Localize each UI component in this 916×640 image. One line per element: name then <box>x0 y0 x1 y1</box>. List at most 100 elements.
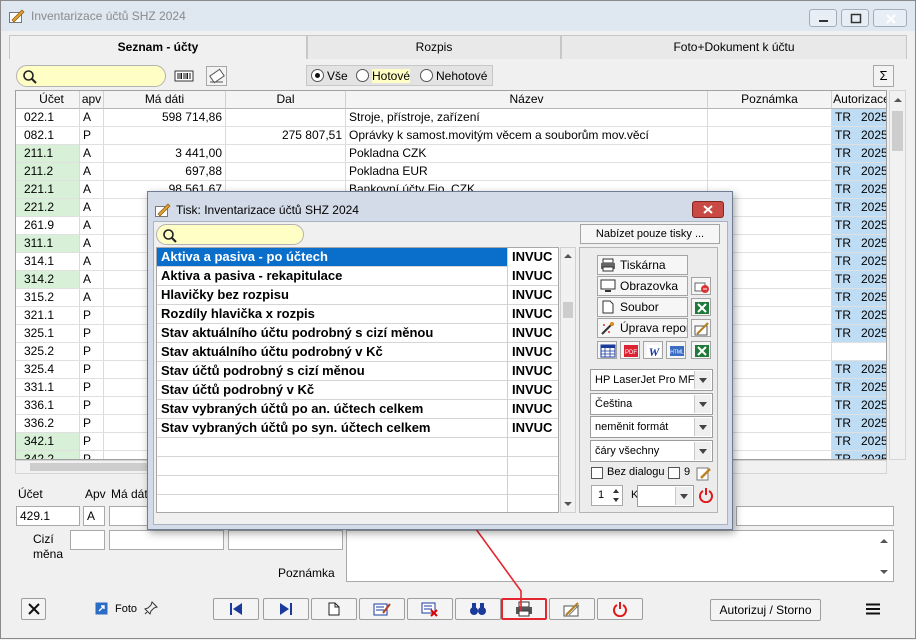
report-row[interactable]: Aktiva a pasiva - po účtech INVUC <box>157 248 558 267</box>
html-export-button[interactable]: HTML <box>666 341 686 359</box>
report-row[interactable]: Aktiva a pasiva - rekapitulace INVUC <box>157 267 558 286</box>
printer-output-button[interactable]: Tiskárna <box>597 255 688 275</box>
report-row[interactable]: Stav aktuálního účtu podrobný s cizí měn… <box>157 324 558 343</box>
table-row[interactable]: 211.1 A 3 441,00 Pokladna CZK TR 2025 <box>16 145 887 163</box>
column-header[interactable]: Má dáti <box>104 91 226 109</box>
report-row[interactable]: Hlavičky bez rozpisu INVUC <box>157 286 558 305</box>
column-header[interactable]: Dal <box>226 91 346 109</box>
tab-foto-dokument[interactable]: Foto+Dokument k účtu <box>561 35 907 59</box>
menu-button[interactable] <box>865 603 881 615</box>
report-row[interactable] <box>157 438 558 457</box>
report-row[interactable]: Stav aktuálního účtu podrobný v Kč INVUC <box>157 343 558 362</box>
exit-button[interactable] <box>597 598 643 620</box>
status-filter: Vše Hotové Nehotové <box>306 65 493 86</box>
table-row[interactable]: 022.1 A 598 714,86 Stroje, přístroje, zaříz… <box>16 109 887 127</box>
edit-record-button[interactable] <box>359 598 405 620</box>
report-list-scrollbar[interactable] <box>560 247 576 513</box>
authorization-year: 2025 <box>861 290 887 304</box>
filter-done-radio[interactable]: Hotové <box>356 69 414 83</box>
report-search-input[interactable] <box>156 224 304 245</box>
authorization-year: 2025 <box>861 110 887 124</box>
scroll-thumb[interactable] <box>892 111 903 151</box>
radio-dot <box>311 69 324 82</box>
column-header[interactable]: apv <box>80 91 104 109</box>
settings-button[interactable] <box>696 465 712 481</box>
filter-all-radio[interactable]: Vše <box>311 69 355 83</box>
last-record-button[interactable] <box>263 598 309 620</box>
clear-filter-button[interactable] <box>206 66 227 86</box>
pin-button[interactable] <box>144 601 158 615</box>
report-row[interactable]: Stav účtů podrobný s cizí měnou INVUC <box>157 362 558 381</box>
filter-undone-radio[interactable]: Nehotové <box>420 69 492 83</box>
barcode-button[interactable] <box>173 67 195 85</box>
column-header[interactable]: Účet <box>16 91 80 109</box>
language-select[interactable]: Čeština <box>590 393 713 415</box>
edit-report-button[interactable]: Úprava report <box>597 318 688 338</box>
format-select[interactable]: neměnit formát <box>590 416 713 438</box>
authorize-button[interactable]: Autorizuj / Storno <box>710 599 821 621</box>
column-header[interactable]: Autorizace <box>832 91 886 109</box>
k-select[interactable] <box>637 485 694 507</box>
print-button[interactable] <box>501 598 547 620</box>
currency-field[interactable] <box>70 530 105 550</box>
excel-xlsx-export-button[interactable] <box>691 341 711 359</box>
tools-button[interactable] <box>549 598 595 620</box>
copies-checkbox[interactable] <box>668 467 680 479</box>
table-vertical-scrollbar[interactable] <box>889 90 906 460</box>
pdf-export-button[interactable]: PDF <box>620 341 640 359</box>
report-row[interactable]: Rozdíly hlavička x rozpis INVUC <box>157 305 558 324</box>
no-dialog-checkbox[interactable] <box>591 467 603 479</box>
excel-export-button[interactable] <box>691 298 711 316</box>
tab-seznam-ucty[interactable]: Seznam - účty <box>9 35 307 59</box>
madati-field[interactable] <box>109 506 149 526</box>
authorization-user: TR <box>835 308 851 322</box>
search-input[interactable] <box>16 65 166 87</box>
delete-record-button[interactable] <box>407 598 453 620</box>
close-window-button[interactable] <box>873 9 907 27</box>
authorization-year: 2025 <box>861 146 887 160</box>
report-row[interactable] <box>157 495 558 512</box>
email-button[interactable] <box>691 277 711 295</box>
report-code: INVUC <box>507 343 558 362</box>
new-record-button[interactable] <box>311 598 357 620</box>
scroll-thumb[interactable] <box>563 302 573 318</box>
screen-output-button[interactable]: Obrazovka <box>597 276 688 296</box>
minimize-button[interactable] <box>809 9 837 27</box>
report-row[interactable]: Stav vybraných účtů po syn. účtech celke… <box>157 419 558 438</box>
report-row[interactable] <box>157 457 558 476</box>
authorization-user: TR <box>835 128 851 142</box>
calc-export-button[interactable] <box>597 341 617 359</box>
poznamka-field[interactable] <box>346 530 894 582</box>
apv-field[interactable]: A <box>83 506 105 526</box>
dialog-exit-button[interactable] <box>698 487 714 504</box>
table-row[interactable]: 082.1 P 275 807,51 Oprávky k samost.movitým… <box>16 127 886 145</box>
lines-select[interactable]: čáry všechny <box>590 440 713 462</box>
maximize-button[interactable] <box>841 9 869 27</box>
word-export-button[interactable]: W <box>643 341 663 359</box>
file-output-button[interactable]: Soubor <box>597 297 688 317</box>
report-row[interactable]: Stav účtů podrobný v Kč INVUC <box>157 381 558 400</box>
sum-button[interactable]: Σ <box>873 65 894 87</box>
report-designer-button[interactable] <box>691 319 711 337</box>
ucet-field[interactable]: 429.1 <box>16 506 80 526</box>
scroll-thumb[interactable] <box>30 463 160 471</box>
dialog-close-button[interactable] <box>692 201 724 218</box>
autorizace-field[interactable] <box>736 506 894 526</box>
column-header[interactable]: Poznámka <box>708 91 832 109</box>
currency-credit-field[interactable] <box>228 530 343 550</box>
offer-prints-button[interactable]: Nabízet pouze tisky ... <box>580 224 720 244</box>
column-header[interactable]: Název <box>346 91 708 109</box>
mena-label: měna <box>33 547 64 561</box>
report-row[interactable] <box>157 476 558 495</box>
table-row[interactable]: 211.2 A 697,88 Pokladna EUR TR 2025 <box>16 163 886 181</box>
report-row[interactable]: Stav vybraných účtů po an. účtech celkem… <box>157 400 558 419</box>
debit-cell <box>104 127 226 145</box>
tab-rozpis[interactable]: Rozpis <box>307 35 561 59</box>
copies-stepper[interactable]: 1 <box>591 485 623 506</box>
currency-debit-field[interactable] <box>109 530 224 550</box>
printer-select[interactable]: HP LaserJet Pro MFP <box>590 369 713 391</box>
authorization-user: TR <box>835 434 851 448</box>
cancel-button[interactable] <box>21 598 46 620</box>
first-record-button[interactable] <box>213 598 259 620</box>
search-records-button[interactable] <box>455 598 501 620</box>
